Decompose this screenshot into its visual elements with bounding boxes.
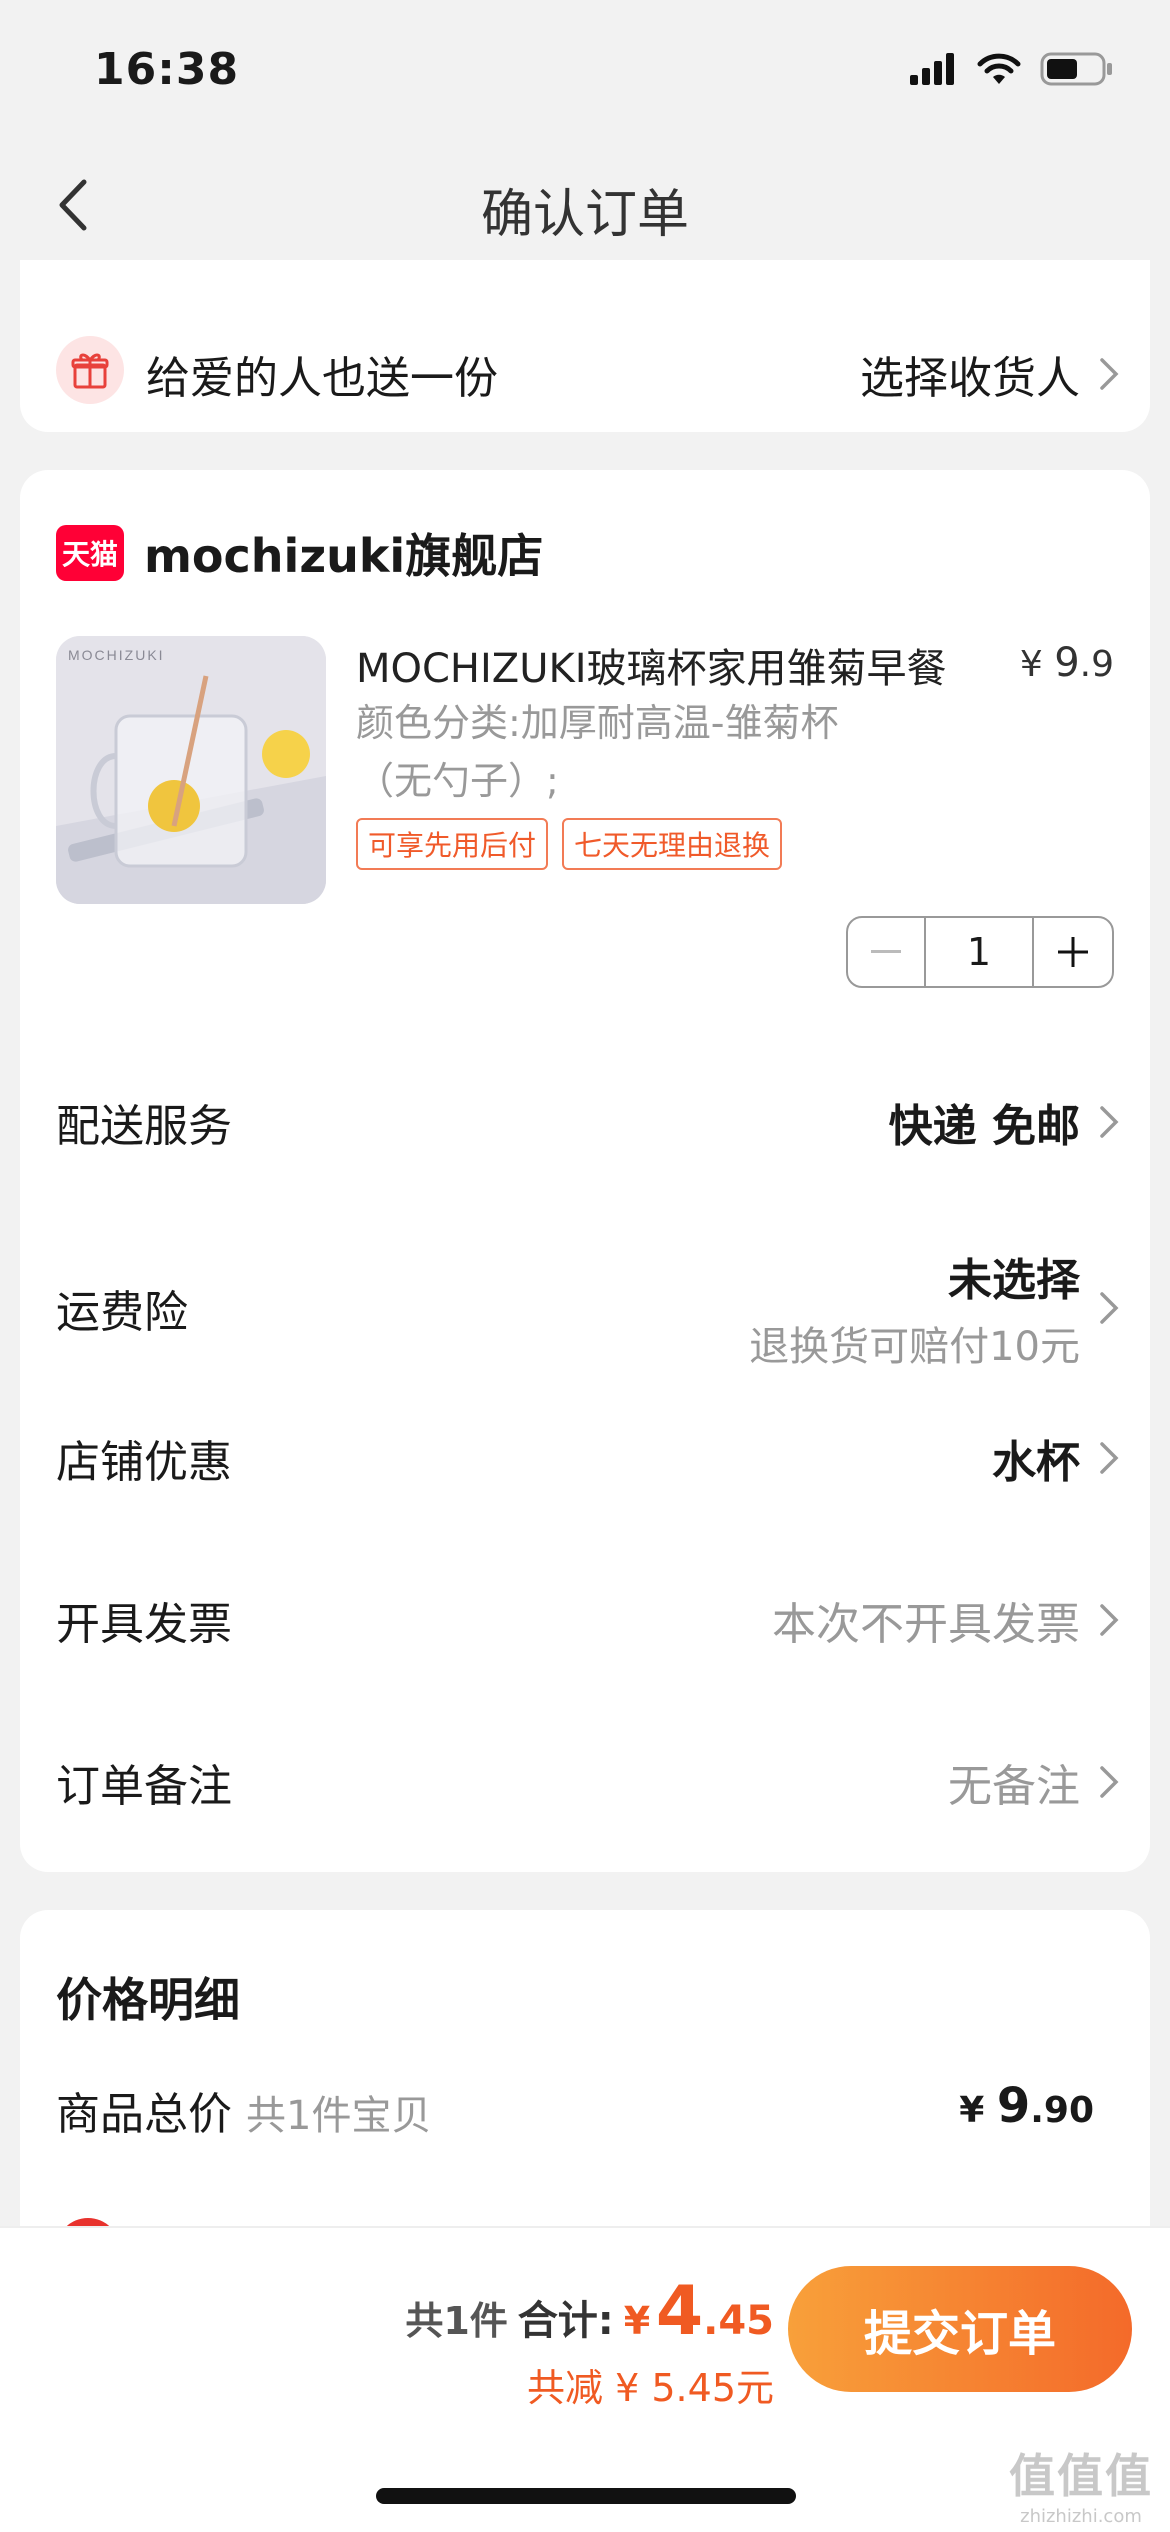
signal-icon xyxy=(910,53,954,85)
product-image-brand: MOCHIZUKI xyxy=(68,647,165,663)
battery-icon xyxy=(1040,52,1112,86)
delivery-row[interactable]: 配送服务 快递 免邮 xyxy=(56,1062,1120,1182)
chevron-right-icon xyxy=(1100,1604,1119,1636)
product-price-int: 9 xyxy=(1054,640,1080,686)
goods-total-price: ¥ 9.90 xyxy=(959,2078,1094,2134)
select-recipient-label: 选择收货人 xyxy=(860,353,1080,404)
status-time: 16:38 xyxy=(94,44,240,95)
tag-pay-later: 可享先用后付 xyxy=(356,818,549,870)
price-detail-heading: 价格明细 xyxy=(56,1973,240,2027)
goods-total-dec: .90 xyxy=(1030,2090,1094,2131)
shop-header[interactable]: 天猫 mochizuki旗舰店 xyxy=(56,520,543,586)
delivery-label: 配送服务 xyxy=(56,1101,232,1152)
insurance-value: 未选择 xyxy=(948,1255,1080,1306)
watermark-text: zhizhizhi.com xyxy=(1020,2506,1142,2527)
shop-discount-label: 店铺优惠 xyxy=(56,1437,232,1488)
quantity-stepper: 1 xyxy=(846,916,1114,988)
invoice-row[interactable]: 开具发票 本次不开具发票 xyxy=(56,1560,1120,1680)
total-amount: ¥ 4.45 xyxy=(624,2272,774,2351)
bottom-checkout-bar: 共1件 合计: ¥ 4.45 共减 ¥ 5.45元 提交订单 xyxy=(0,2226,1170,2532)
product-price: ¥ 9.9 xyxy=(1020,640,1114,686)
gift-label: 给爱的人也送一份 xyxy=(146,353,498,404)
goods-count: 共1件宝贝 xyxy=(246,2093,432,2139)
product-tags: 可享先用后付 七天无理由退换 xyxy=(356,818,783,870)
goods-total-label: 商品总价 xyxy=(56,2089,232,2140)
decrease-quantity-button[interactable] xyxy=(848,918,926,986)
total-amount-symbol: ¥ xyxy=(623,2299,651,2343)
submit-order-button[interactable]: 提交订单 xyxy=(788,2266,1132,2392)
insurance-sub: 退换货可赔付10元 xyxy=(749,1324,1080,1370)
total-saved: 共减 ¥ 5.45元 xyxy=(527,2366,774,2410)
gift-icon xyxy=(56,336,124,404)
chevron-right-icon xyxy=(1100,1766,1119,1798)
delivery-value: 快递 免邮 xyxy=(888,1101,1080,1152)
minus-icon xyxy=(871,950,901,953)
status-icons xyxy=(910,52,1114,86)
order-note-label: 订单备注 xyxy=(56,1761,232,1812)
item-count: 共1件 xyxy=(405,2299,508,2343)
shop-name: mochizuki旗舰店 xyxy=(144,529,544,583)
status-bar: 16:38 xyxy=(0,0,1170,140)
chevron-right-icon xyxy=(1100,1442,1119,1474)
product-price-dec: .9 xyxy=(1079,644,1114,685)
wifi-icon xyxy=(977,53,1021,84)
shop-discount-row[interactable]: 店铺优惠 水杯 xyxy=(56,1398,1120,1518)
shipping-insurance-row[interactable]: 运费险 未选择 退换货可赔付10元 xyxy=(56,1208,1120,1408)
product-spec-line2: （无勺子）; xyxy=(356,759,559,803)
total-label: 合计: xyxy=(517,2298,614,2344)
watermark-logo: 值值值 xyxy=(1009,2449,1153,2503)
plus-icon xyxy=(1058,937,1088,967)
product-title[interactable]: MOCHIZUKI玻璃杯家用雏菊早餐 xyxy=(356,636,996,694)
product-image[interactable]: MOCHIZUKI xyxy=(56,636,326,904)
quantity-value[interactable]: 1 xyxy=(926,918,1034,986)
order-summary: 共1件 合计: ¥ 4.45 共减 ¥ 5.45元 xyxy=(405,2272,774,2412)
product-price-symbol: ¥ xyxy=(1019,644,1043,685)
home-indicator[interactable] xyxy=(376,2488,796,2504)
chevron-right-icon xyxy=(1100,358,1119,390)
chevron-right-icon xyxy=(1100,1106,1119,1138)
tag-seven-day-return: 七天无理由退换 xyxy=(562,818,783,870)
order-note-value: 无备注 xyxy=(948,1761,1080,1812)
total-amount-dec: .45 xyxy=(703,2298,774,2344)
gift-card[interactable]: 给爱的人也送一份 选择收货人 xyxy=(20,260,1150,432)
product-spec[interactable]: 颜色分类:加厚耐高温-雏菊杯 （无勺子）; xyxy=(356,694,956,810)
page-title: 确认订单 xyxy=(480,185,689,245)
increase-quantity-button[interactable] xyxy=(1034,918,1112,986)
invoice-value: 本次不开具发票 xyxy=(772,1599,1080,1650)
total-amount-int: 4 xyxy=(655,2272,704,2351)
select-recipient-button[interactable]: 选择收货人 xyxy=(860,342,1120,406)
chevron-right-icon xyxy=(1100,1292,1119,1324)
goods-total-row: 商品总价 共1件宝贝 ¥ 9.90 xyxy=(56,2078,1094,2148)
product-spec-line1: 颜色分类:加厚耐高温-雏菊杯 xyxy=(356,701,839,745)
order-note-row[interactable]: 订单备注 无备注 xyxy=(56,1722,1120,1842)
shop-discount-value: 水杯 xyxy=(992,1437,1080,1488)
nav-bar: 确认订单 xyxy=(0,140,1170,270)
goods-total-symbol: ¥ xyxy=(959,2090,985,2131)
order-card: 天猫 mochizuki旗舰店 MOCHIZUKI MOCHIZUKI玻璃杯家用… xyxy=(20,470,1150,1872)
invoice-label: 开具发票 xyxy=(56,1599,232,1650)
watermark: 值值值 zhizhizhi.com xyxy=(1006,2440,1156,2527)
tmall-logo: 天猫 xyxy=(56,525,124,581)
insurance-label: 运费险 xyxy=(56,1287,188,1338)
goods-total-int: 9 xyxy=(996,2078,1031,2134)
